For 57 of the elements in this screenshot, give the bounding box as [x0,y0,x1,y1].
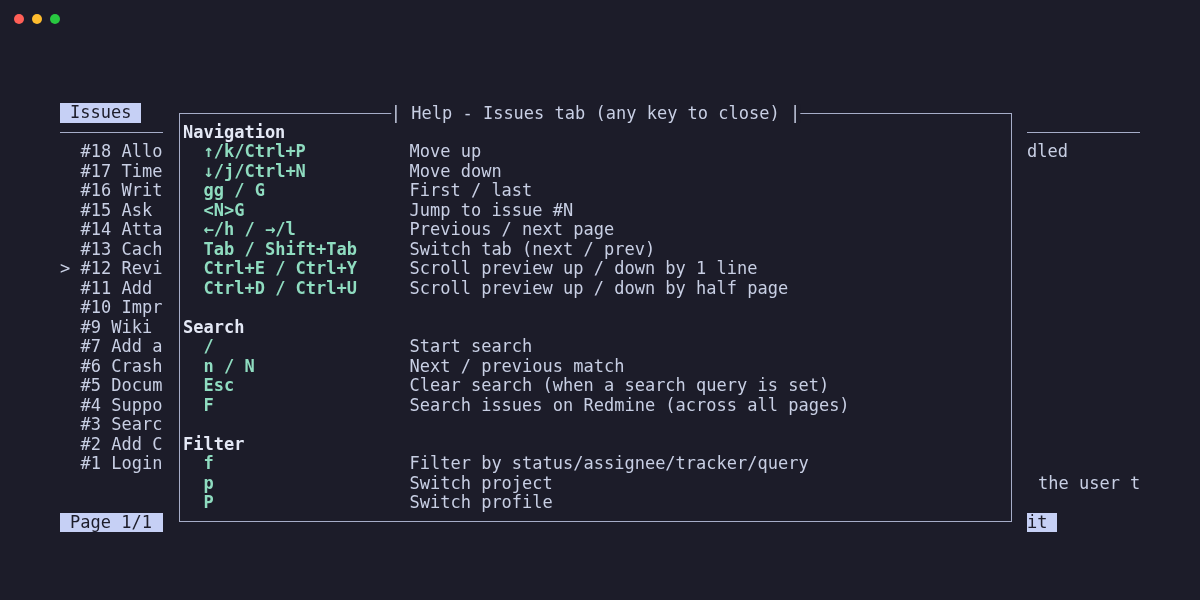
section-heading: Search [183,317,245,337]
dialog-title: | Help - Issues tab (any key to close) | [390,103,801,123]
preview-text: dled [1027,142,1068,162]
shortcut-keys: f [203,454,410,474]
shortcut-description: Move up [409,142,482,162]
shortcut-description: Move down [409,161,502,181]
shortcut-keys: P [203,493,410,513]
shortcut-keys: gg / G [203,181,410,201]
shortcut-description: Switch profile [409,493,553,513]
issues-tab[interactable]: Issues [60,103,142,123]
preview-status: it [1027,512,1058,532]
shortcut-keys: Ctrl+D / Ctrl+U [203,278,410,298]
shortcut-keys: Tab / Shift+Tab [203,239,410,259]
shortcut-description: First / last [409,181,533,201]
issue-row[interactable]: #2 Add C [80,434,163,454]
shortcut-description: Scroll preview up / down by half page [409,278,789,298]
issue-row[interactable]: #9 Wiki [80,317,153,337]
issue-row[interactable]: #4 Suppo [80,395,163,415]
shortcut-description: Clear search (when a search query is set) [409,376,830,396]
issue-row[interactable]: #18 Allo [80,142,163,162]
section-heading: Navigation [183,122,286,142]
shortcut-keys: <N>G [203,200,410,220]
shortcut-keys: ↓/j/Ctrl+N [203,161,410,181]
shortcut-description: Scroll preview up / down by 1 line [409,259,758,279]
issue-row[interactable]: #10 Impr [80,298,163,318]
shortcut-description: Filter by status/assignee/tracker/query [409,454,809,474]
shortcut-description: Search issues on Redmine (across all pages) [409,395,850,415]
issue-row[interactable]: #3 Searc [80,415,163,435]
issue-row[interactable]: #5 Docum [80,376,163,396]
section-heading: Filter [183,434,245,454]
preview-text: the user t [1038,473,1141,493]
shortcut-keys: n / N [203,356,410,376]
shortcut-description: Start search [409,337,533,357]
issue-row[interactable]: #14 Atta [80,220,163,240]
issue-row[interactable]: #12 Revi [80,259,163,279]
shortcut-keys: ←/h / →/l [203,220,410,240]
issue-row[interactable]: #11 Add [80,278,153,298]
page-indicator: Page 1/1 [60,512,163,532]
shortcut-keys: / [203,337,410,357]
issue-row[interactable]: #7 Add a [80,337,163,357]
shortcut-description: Switch tab (next / prev) [409,239,656,259]
issue-row[interactable]: #17 Time [80,161,163,181]
issue-row[interactable]: #1 Login [80,454,163,474]
shortcut-keys: p [203,473,410,493]
selection-marker: > [60,259,72,279]
shortcut-keys: F [203,395,410,415]
issue-row[interactable]: #13 Cach [80,239,163,259]
shortcut-keys: Esc [203,376,410,396]
shortcut-description: Jump to issue #N [409,200,574,220]
shortcut-description: Previous / next page [409,220,615,240]
issue-row[interactable]: #16 Writ [80,181,163,201]
shortcut-keys: ↑/k/Ctrl+P [203,142,410,162]
issue-row[interactable]: #6 Crash [80,356,163,376]
issue-row[interactable]: #15 Ask [80,200,153,220]
shortcut-description: Switch project [409,473,553,493]
shortcut-description: Next / previous match [409,356,625,376]
shortcut-keys: Ctrl+E / Ctrl+Y [203,259,410,279]
